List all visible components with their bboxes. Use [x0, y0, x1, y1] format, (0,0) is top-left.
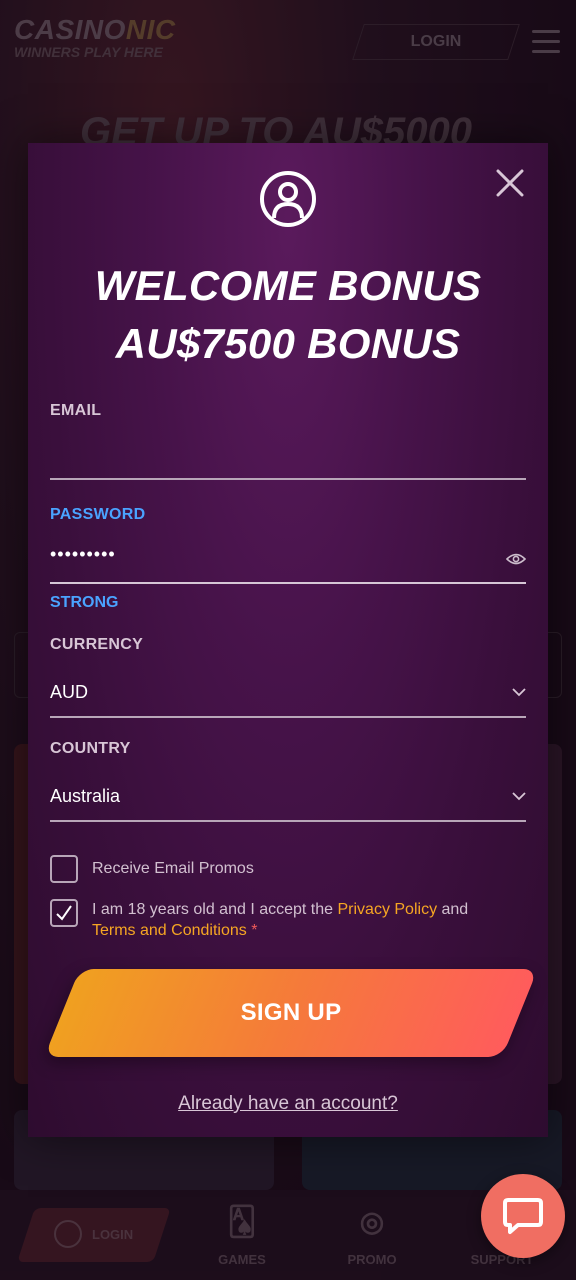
currency-select[interactable]: AUD [50, 672, 526, 718]
currency-field-group: CURRENCY AUD [50, 636, 526, 720]
checkmark-icon [56, 905, 72, 921]
terms-checkbox[interactable] [50, 899, 78, 927]
password-value: ••••••••• [50, 544, 116, 564]
login-link[interactable]: Already have an account? [28, 1093, 548, 1115]
country-label: COUNTRY [50, 740, 131, 757]
promo-checkbox-row: Receive Email Promos [50, 855, 502, 883]
privacy-policy-link[interactable]: Privacy Policy [337, 901, 437, 918]
chevron-down-icon [512, 792, 526, 801]
chat-button[interactable] [481, 1174, 565, 1258]
signup-button-label: SIGN UP [240, 999, 342, 1026]
terms-link[interactable]: Terms and Conditions [92, 922, 247, 939]
required-mark: * [251, 922, 258, 939]
chevron-down-icon [512, 688, 526, 697]
email-field-group: EMAIL [50, 402, 526, 480]
currency-label: CURRENCY [50, 636, 144, 653]
close-icon[interactable] [494, 167, 526, 199]
signup-modal: WELCOME BONUS AU$7500 BONUS EMAIL PASSWO… [28, 143, 548, 1137]
promo-checkbox-label: Receive Email Promos [92, 860, 254, 877]
password-field-group: PASSWORD ••••••••• [50, 506, 527, 590]
chat-icon [503, 1198, 543, 1234]
terms-checkbox-row: I am 18 years old and I accept the Priva… [50, 899, 502, 941]
country-value: Australia [50, 786, 121, 806]
headline-line-1: WELCOME BONUS [94, 262, 482, 309]
promo-checkbox[interactable] [50, 855, 78, 883]
welcome-headline: WELCOME BONUS AU$7500 BONUS [28, 257, 548, 373]
password-input[interactable] [50, 538, 526, 584]
password-label: PASSWORD [50, 506, 146, 523]
email-label: EMAIL [50, 402, 102, 419]
email-input[interactable] [50, 434, 526, 480]
headline-line-2: AU$7500 BONUS [115, 320, 461, 367]
eye-icon[interactable] [505, 552, 527, 566]
user-icon [259, 170, 317, 228]
currency-value: AUD [50, 682, 89, 702]
password-strength: STRONG [50, 594, 119, 611]
country-field-group: COUNTRY Australia [50, 740, 526, 824]
terms-checkbox-label: I am 18 years old and I accept the Priva… [92, 901, 469, 939]
signup-button[interactable]: SIGN UP [44, 969, 538, 1057]
country-select[interactable]: Australia [50, 776, 526, 822]
